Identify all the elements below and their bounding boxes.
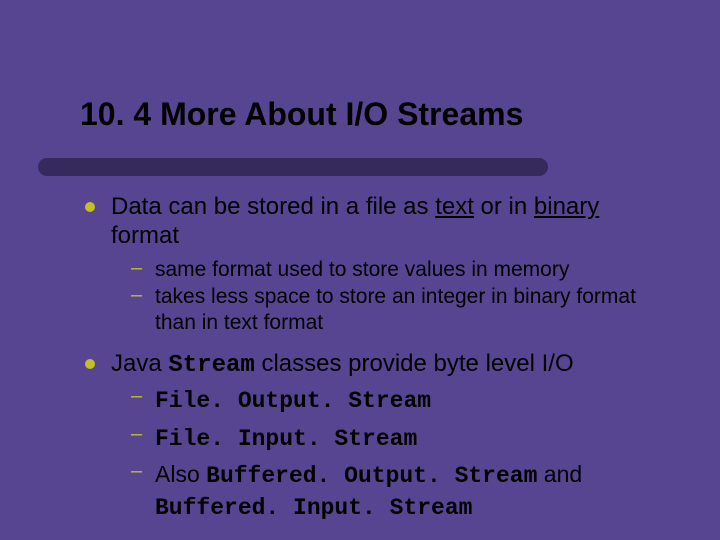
bullet-icon xyxy=(85,202,95,212)
slide-content: Data can be stored in a file as text or … xyxy=(85,192,665,530)
sub-text: File. Output. Stream xyxy=(155,385,431,417)
sub-item: – File. Input. Stream xyxy=(131,423,665,455)
dash-icon: – xyxy=(131,257,141,280)
dash-icon: – xyxy=(131,423,141,446)
sub-item: – same format used to store values in me… xyxy=(131,257,665,283)
dash-icon: – xyxy=(131,460,141,483)
sub-text: File. Input. Stream xyxy=(155,423,417,455)
sub-list: – same format used to store values in me… xyxy=(131,257,665,336)
bullet-text: Data can be stored in a file as text or … xyxy=(111,192,665,251)
bullet-icon xyxy=(85,359,95,369)
sub-item: – File. Output. Stream xyxy=(131,385,665,417)
title-underline-bar xyxy=(38,158,548,176)
bullet-item: Java Stream classes provide byte level I… xyxy=(85,349,665,380)
dash-icon: – xyxy=(131,284,141,307)
sub-text: same format used to store values in memo… xyxy=(155,257,569,283)
bullet-text: Java Stream classes provide byte level I… xyxy=(111,349,574,380)
sub-list: – File. Output. Stream – File. Input. St… xyxy=(131,385,665,525)
sub-text: Also Buffered. Output. Stream and Buffer… xyxy=(155,460,665,524)
slide-title-block: 10. 4 More About I/O Streams xyxy=(80,95,640,133)
sub-item: – Also Buffered. Output. Stream and Buff… xyxy=(131,460,665,524)
sub-item: – takes less space to store an integer i… xyxy=(131,284,665,335)
bullet-item: Data can be stored in a file as text or … xyxy=(85,192,665,251)
dash-icon: – xyxy=(131,385,141,408)
slide-title: 10. 4 More About I/O Streams xyxy=(80,95,640,133)
sub-text: takes less space to store an integer in … xyxy=(155,284,665,335)
